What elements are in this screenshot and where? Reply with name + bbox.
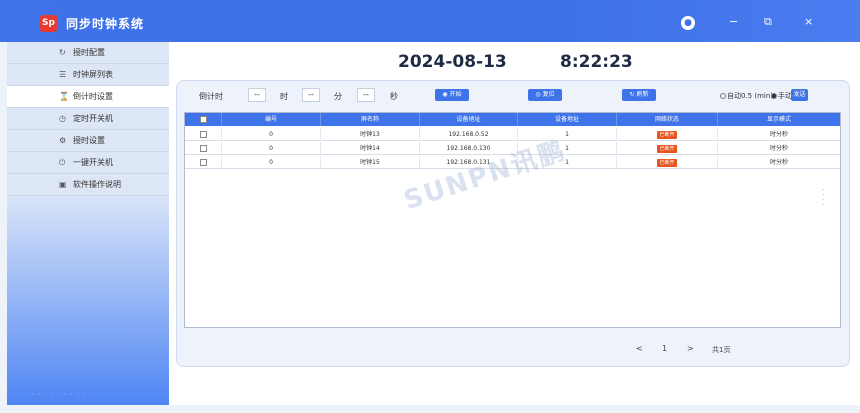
second-input[interactable]: -- [357, 88, 375, 102]
status-badge: 已断开 [657, 130, 677, 139]
col-header: 设备地址 [420, 113, 518, 126]
table-header: 编号 屏名称 设备地址 设备地址 网络状态 显示模式 [185, 113, 840, 126]
hour-input[interactable]: -- [248, 88, 266, 102]
status-badge: 已断开 [657, 144, 677, 153]
clock-icon: ◷ [59, 114, 66, 123]
second-unit: 秒 [390, 92, 398, 101]
status-badge: 已断开 [657, 158, 677, 167]
sidebar-item-scheduled-power[interactable]: ◷ 定时开关机 [7, 108, 169, 130]
row-select-cell[interactable] [185, 156, 222, 169]
row-select-cell[interactable] [185, 128, 222, 141]
minimize-button[interactable]: − [729, 15, 738, 29]
sidebar-item-clock-list[interactable]: ☰ 时钟屏列表 [7, 64, 169, 86]
cell-status: 已断开 [617, 156, 718, 169]
radio-on-icon [771, 93, 777, 99]
reset-button[interactable]: ◎ 复位 [528, 89, 562, 101]
decorative-dots: · · · · [822, 186, 825, 209]
select-all-checkbox[interactable] [199, 116, 207, 123]
radio-off-icon [720, 93, 726, 99]
minute-unit: 分 [334, 92, 342, 101]
sidebar-item-label: 定时开关机 [73, 114, 113, 123]
user-icon[interactable]: ● [681, 16, 695, 30]
sidebar-item-one-click-power[interactable]: ⏻ 一键开关机 [7, 152, 169, 174]
send-button[interactable]: 发送 [791, 89, 808, 101]
list-icon: ☰ [59, 70, 67, 79]
app-logo: Sp [40, 15, 57, 32]
sidebar-item-label: 时钟屏列表 [73, 70, 113, 79]
power-icon: ⏻ [59, 158, 66, 167]
play-icon: ◉ [442, 91, 450, 98]
start-button[interactable]: ◉ 开始 [435, 89, 469, 101]
select-all-cell[interactable] [185, 113, 222, 126]
refresh-button[interactable]: ↻ 刷新 [622, 89, 656, 101]
row-checkbox[interactable] [199, 131, 207, 138]
cell-name: 时钟14 [321, 142, 420, 155]
col-header: 网络状态 [617, 113, 718, 126]
app-title: 同步时钟系统 [66, 17, 145, 31]
prev-page-button[interactable]: < [636, 344, 643, 353]
sync-icon: ↻ [59, 48, 66, 57]
reset-icon: ◎ [535, 91, 543, 98]
minute-input[interactable]: -- [302, 88, 320, 102]
page-number[interactable]: 1 [662, 344, 667, 353]
doc-icon: ▣ [59, 180, 67, 189]
current-date: 2024-08-13 [398, 52, 507, 72]
title-bar: Sp 同步时钟系统 ● − ⧉ × [0, 0, 860, 42]
close-button[interactable]: × [804, 15, 813, 29]
auto-label: 自动 [727, 92, 741, 100]
current-time: 8:22:23 [560, 52, 633, 72]
cell-status: 已断开 [617, 142, 718, 155]
sidebar-item-manual[interactable]: ▣ 软件操作说明 [7, 174, 169, 196]
cell-name: 时钟15 [321, 156, 420, 169]
sidebar-item-label: 授时设置 [73, 136, 105, 145]
sidebar-item-label: 倒计时设置 [73, 92, 113, 101]
table-row[interactable]: 0 时钟13 192.168.0.52 1 已断开 时分秒 [185, 128, 840, 141]
start-label: 开始 [449, 91, 462, 98]
sidebar-item-countdown[interactable]: ⌛ 倒计时设置 [7, 86, 169, 108]
row-select-cell[interactable] [185, 142, 222, 155]
manual-label: 手动 [778, 92, 792, 100]
manual-radio[interactable]: 手动 [771, 91, 792, 101]
sidebar-item-label: 一键开关机 [73, 158, 113, 167]
col-header: 设备地址 [518, 113, 617, 126]
reset-label: 复位 [542, 91, 555, 98]
cell-mode: 时分秒 [769, 159, 788, 166]
row-checkbox[interactable] [199, 159, 207, 166]
hour-unit: 时 [280, 92, 288, 101]
col-header: 屏名称 [321, 113, 420, 126]
countdown-label: 倒计时 [199, 92, 223, 101]
cell-ip: 192.168.0.52 [420, 128, 518, 141]
sidebar-item-timing-settings[interactable]: ⚙ 授时设置 [7, 130, 169, 152]
cell-mode: 时分秒 [769, 145, 788, 152]
settings-icon: ⚙ [59, 136, 67, 145]
cell-status: 已断开 [617, 128, 718, 141]
col-header: 编号 [222, 113, 321, 126]
refresh-label: 刷新 [636, 91, 649, 98]
page-total: 共1页 [712, 346, 731, 354]
cell-id: 0 [222, 128, 321, 141]
col-header: 显示模式 [766, 116, 791, 123]
hourglass-icon: ⌛ [59, 92, 69, 101]
auto-radio[interactable]: 自动0.5 (min) [720, 91, 773, 101]
sidebar: ↻ 授时配置 ☰ 时钟屏列表 ⌛ 倒计时设置 ◷ 定时开关机 ⚙ 授时设置 ⏻ … [7, 42, 169, 405]
sidebar-item-timing-config[interactable]: ↻ 授时配置 [7, 42, 169, 64]
sidebar-item-label: 软件操作说明 [73, 180, 121, 189]
restore-button[interactable]: ⧉ [764, 15, 772, 29]
next-page-button[interactable]: > [687, 344, 694, 353]
auto-value[interactable]: 0.5 [741, 92, 752, 100]
app-window: Sp 同步时钟系统 ● − ⧉ × ↻ 授时配置 ☰ 时钟屏列表 ⌛ 倒计时设置… [0, 0, 860, 413]
row-checkbox[interactable] [199, 145, 207, 152]
cell-name: 时钟13 [321, 128, 420, 141]
cell-mode: 时分秒 [769, 131, 788, 138]
sidebar-item-label: 授时配置 [73, 48, 105, 57]
cell-id: 0 [222, 142, 321, 155]
decorative-dots: ········· [31, 390, 90, 399]
cell-id: 0 [222, 156, 321, 169]
